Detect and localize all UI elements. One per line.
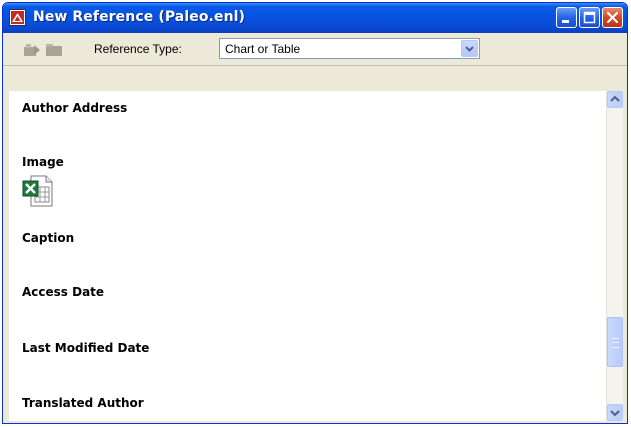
grip-icon: [612, 338, 619, 348]
reference-fields-panel[interactable]: Author Address Image Caption Access Date…: [9, 91, 606, 421]
vertical-scrollbar[interactable]: [606, 91, 623, 421]
reference-type-label: Reference Type:: [94, 42, 182, 56]
chevron-down-icon: [465, 46, 474, 52]
reference-type-select[interactable]: Chart or Table: [219, 38, 480, 59]
close-icon: [606, 11, 619, 24]
title-bar[interactable]: New Reference (Paleo.enl): [3, 3, 627, 33]
toolbar: Reference Type: Chart or Table: [3, 33, 627, 66]
scroll-down-button[interactable]: [607, 404, 623, 421]
excel-file-icon[interactable]: [22, 175, 54, 207]
window-title: New Reference (Paleo.enl): [33, 9, 246, 25]
minimize-icon: [562, 20, 569, 23]
tool-folder-icon[interactable]: [45, 42, 63, 56]
close-button[interactable]: [602, 7, 623, 28]
tool-move-icon[interactable]: [23, 42, 41, 56]
field-last-modified-date[interactable]: Last Modified Date: [22, 341, 149, 355]
field-image[interactable]: Image: [22, 155, 64, 169]
reference-window: New Reference (Paleo.enl) Reference Type…: [2, 2, 628, 424]
field-access-date[interactable]: Access Date: [22, 285, 104, 299]
maximize-icon: [583, 11, 596, 24]
chevron-down-icon: [610, 410, 620, 417]
dropdown-button[interactable]: [461, 40, 478, 57]
field-translated-author[interactable]: Translated Author: [22, 396, 144, 410]
maximize-button[interactable]: [579, 7, 600, 28]
scrollbar-thumb[interactable]: [607, 317, 623, 367]
field-author-address[interactable]: Author Address: [22, 101, 127, 115]
chevron-up-icon: [610, 95, 620, 102]
scroll-up-button[interactable]: [607, 91, 623, 108]
minimize-button[interactable]: [556, 7, 577, 28]
field-caption[interactable]: Caption: [22, 231, 74, 245]
reference-type-value: Chart or Table: [225, 42, 301, 56]
endnote-icon: [9, 9, 26, 26]
